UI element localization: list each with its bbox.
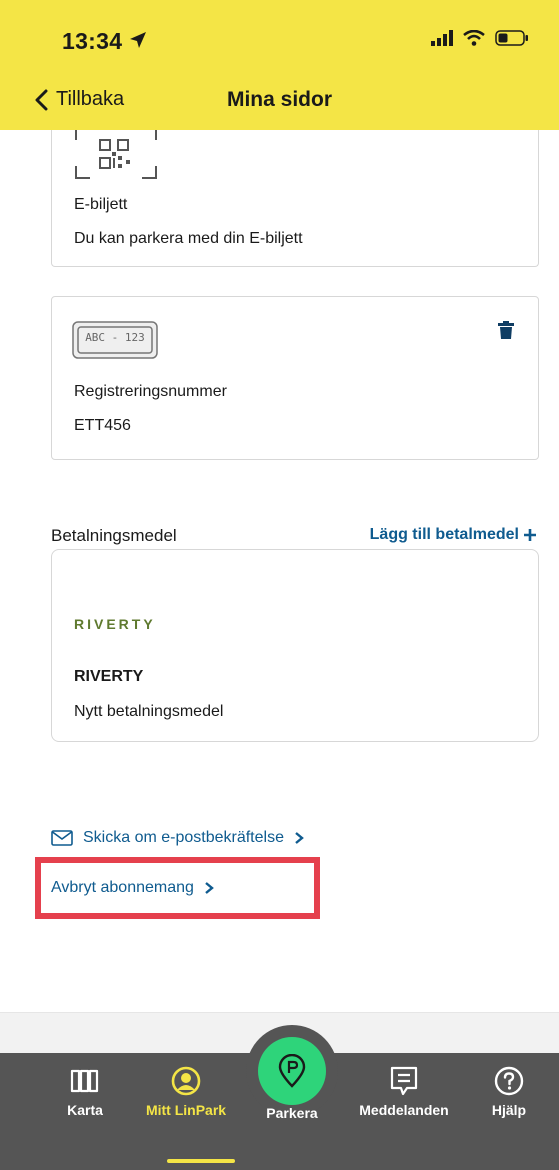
wifi-icon bbox=[463, 29, 485, 51]
plus-icon bbox=[524, 529, 536, 541]
payment-card[interactable]: RIVERTY RIVERTY Nytt betalningsmedel bbox=[51, 549, 539, 742]
chevron-right-icon bbox=[295, 832, 304, 844]
signal-icon bbox=[431, 30, 453, 51]
nav-item-hjalp[interactable]: Hjälp bbox=[474, 1053, 544, 1170]
license-plate-icon: ABC - 123 bbox=[72, 321, 158, 359]
ebiljett-description: Du kan parkera med din E-biljett bbox=[74, 230, 303, 247]
trash-icon[interactable] bbox=[498, 321, 514, 344]
add-payment-button[interactable]: Lägg till betalmedel bbox=[370, 526, 537, 544]
location-arrow-icon bbox=[128, 30, 148, 55]
nav-label-parkera: Parkera bbox=[266, 1105, 318, 1121]
registration-title: Registreringsnummer bbox=[74, 383, 227, 400]
help-icon bbox=[494, 1065, 524, 1097]
nav-item-karta[interactable]: Karta bbox=[55, 1053, 115, 1170]
qr-code-icon bbox=[74, 130, 158, 180]
status-indicators bbox=[431, 29, 529, 51]
nav-label-meddelanden: Meddelanden bbox=[359, 1102, 449, 1118]
registration-card[interactable]: ABC - 123 Registreringsnummer ETT456 bbox=[51, 296, 539, 460]
envelope-icon bbox=[51, 830, 73, 846]
parking-pin-icon bbox=[278, 1054, 306, 1088]
payment-section-title: Betalningsmedel bbox=[51, 526, 177, 545]
nav-label-hjalp: Hjälp bbox=[491, 1102, 527, 1118]
highlight-annotation bbox=[35, 857, 320, 919]
resend-email-label: Skicka om e-postbekräftelse bbox=[83, 829, 284, 846]
page-title: Mina sidor bbox=[226, 88, 332, 111]
ebiljett-card[interactable]: E-biljett Du kan parkera med din E-bilje… bbox=[51, 110, 539, 267]
ebiljett-title: E-biljett bbox=[74, 196, 128, 213]
nav-item-meddelanden[interactable]: Meddelanden bbox=[345, 1053, 463, 1170]
nav-label-mitt-linpark: Mitt LinPark bbox=[145, 1102, 227, 1118]
user-circle-icon bbox=[171, 1065, 201, 1097]
payment-description: Nytt betalningsmedel bbox=[74, 703, 224, 720]
battery-icon bbox=[495, 30, 529, 51]
payment-name: RIVERTY bbox=[74, 668, 144, 685]
parkera-button[interactable] bbox=[258, 1037, 326, 1105]
nav-item-mitt-linpark[interactable]: Mitt LinPark bbox=[131, 1053, 241, 1170]
active-tab-indicator bbox=[167, 1159, 235, 1163]
top-header: 13:34 Tillbaka Mina sidor bbox=[0, 0, 559, 130]
add-payment-label: Lägg till betalmedel bbox=[369, 526, 519, 543]
message-icon bbox=[390, 1065, 418, 1097]
status-time: 13:34 bbox=[62, 28, 123, 54]
resend-email-link[interactable]: Skicka om e-postbekräftelse bbox=[51, 829, 304, 847]
map-icon bbox=[70, 1065, 100, 1097]
nav-label-karta: Karta bbox=[67, 1102, 103, 1118]
registration-value: ETT456 bbox=[74, 417, 131, 434]
license-plate-text: ABC - 123 bbox=[85, 331, 145, 344]
riverty-logo: RIVERTY bbox=[74, 616, 156, 632]
